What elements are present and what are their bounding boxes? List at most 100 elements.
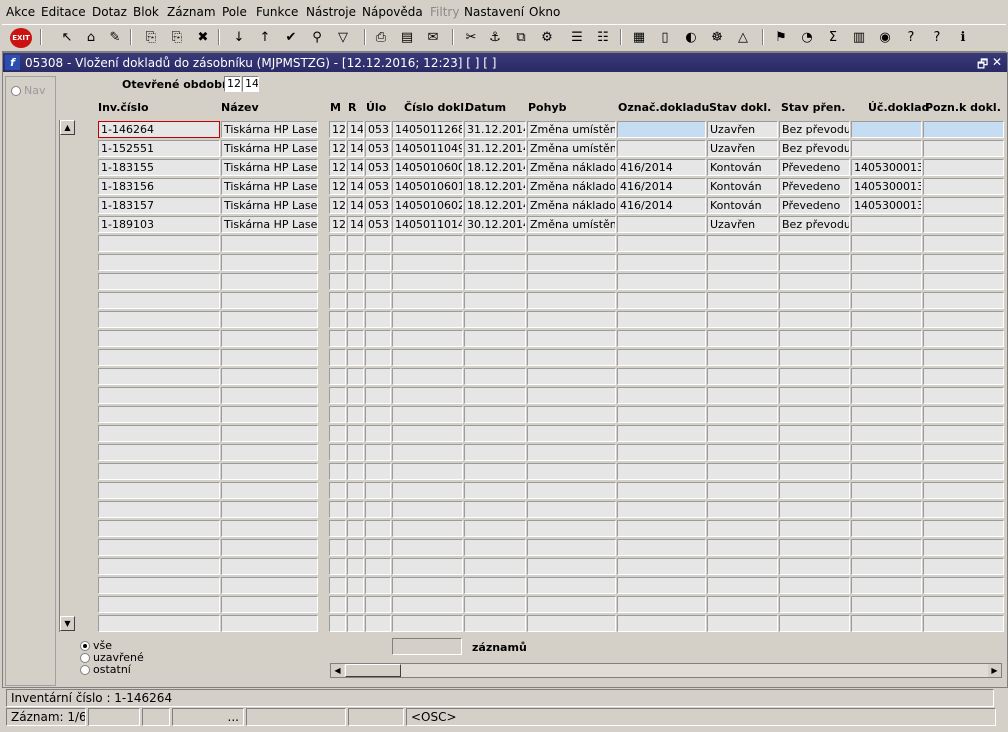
- empty-cell[interactable]: [365, 235, 391, 252]
- empty-cell[interactable]: [464, 254, 526, 271]
- table-cell[interactable]: 31.12.2014: [464, 121, 526, 138]
- close-icon[interactable]: ✕: [992, 55, 1002, 69]
- empty-cell[interactable]: [365, 349, 391, 366]
- empty-cell[interactable]: [707, 463, 778, 480]
- empty-cell[interactable]: [707, 311, 778, 328]
- table-cell[interactable]: 1405300013: [851, 197, 922, 214]
- empty-cell[interactable]: [464, 368, 526, 385]
- table-cell[interactable]: 18.12.2014: [464, 178, 526, 195]
- empty-cell[interactable]: [365, 596, 391, 613]
- empty-cell[interactable]: [365, 311, 391, 328]
- empty-cell[interactable]: [221, 558, 318, 575]
- column-header[interactable]: Úlo: [366, 101, 386, 114]
- table-cell[interactable]: 053: [365, 178, 391, 195]
- empty-cell[interactable]: [851, 444, 922, 461]
- table-cell[interactable]: 1-146264: [98, 121, 220, 138]
- empty-cell[interactable]: [851, 558, 922, 575]
- empty-cell[interactable]: [617, 368, 706, 385]
- table-cell[interactable]: 1-183157: [98, 197, 220, 214]
- empty-cell[interactable]: [365, 463, 391, 480]
- column-header[interactable]: M: [330, 101, 341, 114]
- table-cell[interactable]: [851, 140, 922, 157]
- table-cell[interactable]: 12: [329, 140, 346, 157]
- empty-cell[interactable]: [365, 273, 391, 290]
- empty-cell[interactable]: [707, 349, 778, 366]
- empty-cell[interactable]: [464, 444, 526, 461]
- empty-cell[interactable]: [851, 311, 922, 328]
- empty-cell[interactable]: [98, 406, 220, 423]
- empty-cell[interactable]: [365, 615, 391, 632]
- empty-cell[interactable]: [527, 425, 616, 442]
- empty-cell[interactable]: [329, 596, 346, 613]
- empty-cell[interactable]: [851, 330, 922, 347]
- empty-cell[interactable]: [98, 463, 220, 480]
- table-cell[interactable]: Bez převodu (: [779, 140, 850, 157]
- empty-cell[interactable]: [329, 463, 346, 480]
- menu-item[interactable]: Dotaz: [92, 5, 127, 19]
- empty-cell[interactable]: [779, 463, 850, 480]
- empty-cell[interactable]: [329, 406, 346, 423]
- empty-cell[interactable]: [365, 330, 391, 347]
- empty-cell[interactable]: [392, 349, 463, 366]
- table-cell[interactable]: 14: [347, 197, 364, 214]
- empty-cell[interactable]: [221, 463, 318, 480]
- print-icon[interactable]: ⎙: [372, 28, 390, 46]
- table-cell[interactable]: Tiskárna HP LaserJ: [221, 216, 318, 233]
- table-cell[interactable]: Kontován: [707, 159, 778, 176]
- empty-cell[interactable]: [329, 425, 346, 442]
- empty-cell[interactable]: [392, 387, 463, 404]
- empty-cell[interactable]: [98, 235, 220, 252]
- empty-cell[interactable]: [329, 387, 346, 404]
- empty-cell[interactable]: [221, 539, 318, 556]
- empty-cell[interactable]: [392, 292, 463, 309]
- empty-cell[interactable]: [329, 539, 346, 556]
- empty-cell[interactable]: [329, 444, 346, 461]
- table-cell[interactable]: Bez převodu (: [779, 216, 850, 233]
- empty-cell[interactable]: [707, 292, 778, 309]
- empty-cell[interactable]: [221, 235, 318, 252]
- empty-cell[interactable]: [707, 539, 778, 556]
- table-cell[interactable]: 18.12.2014: [464, 197, 526, 214]
- empty-cell[interactable]: [347, 539, 364, 556]
- empty-cell[interactable]: [527, 387, 616, 404]
- empty-cell[interactable]: [221, 406, 318, 423]
- empty-cell[interactable]: [617, 425, 706, 442]
- empty-cell[interactable]: [851, 368, 922, 385]
- empty-cell[interactable]: [347, 501, 364, 518]
- table-cell[interactable]: 1-189103: [98, 216, 220, 233]
- empty-cell[interactable]: [365, 577, 391, 594]
- table-cell[interactable]: 12: [329, 178, 346, 195]
- list-icon[interactable]: ☰: [568, 28, 586, 46]
- empty-cell[interactable]: [923, 539, 1004, 556]
- empty-cell[interactable]: [365, 254, 391, 271]
- empty-cell[interactable]: [329, 311, 346, 328]
- empty-cell[interactable]: [707, 273, 778, 290]
- menu-item[interactable]: Pole: [222, 5, 247, 19]
- empty-cell[interactable]: [617, 463, 706, 480]
- empty-cell[interactable]: [851, 501, 922, 518]
- tool-icon[interactable]: ✎: [106, 28, 124, 46]
- empty-cell[interactable]: [347, 254, 364, 271]
- empty-cell[interactable]: [707, 520, 778, 537]
- empty-cell[interactable]: [98, 520, 220, 537]
- paste-icon[interactable]: ⎘: [168, 28, 186, 46]
- empty-cell[interactable]: [347, 596, 364, 613]
- empty-cell[interactable]: [617, 520, 706, 537]
- empty-cell[interactable]: [617, 615, 706, 632]
- empty-cell[interactable]: [779, 596, 850, 613]
- wheel-icon[interactable]: ☸: [708, 28, 726, 46]
- empty-cell[interactable]: [98, 292, 220, 309]
- empty-cell[interactable]: [392, 273, 463, 290]
- empty-cell[interactable]: [392, 482, 463, 499]
- empty-cell[interactable]: [707, 577, 778, 594]
- table-cell[interactable]: Změna nákladové: [527, 197, 616, 214]
- empty-cell[interactable]: [347, 558, 364, 575]
- period-year-field[interactable]: 14: [242, 76, 259, 92]
- page-icon[interactable]: ▯: [656, 28, 674, 46]
- scroll-thumb[interactable]: [345, 664, 401, 677]
- table-cell[interactable]: Změna nákladové: [527, 159, 616, 176]
- empty-cell[interactable]: [98, 368, 220, 385]
- empty-cell[interactable]: [347, 482, 364, 499]
- empty-cell[interactable]: [464, 292, 526, 309]
- table-cell[interactable]: Tiskárna HP LaserJ: [221, 159, 318, 176]
